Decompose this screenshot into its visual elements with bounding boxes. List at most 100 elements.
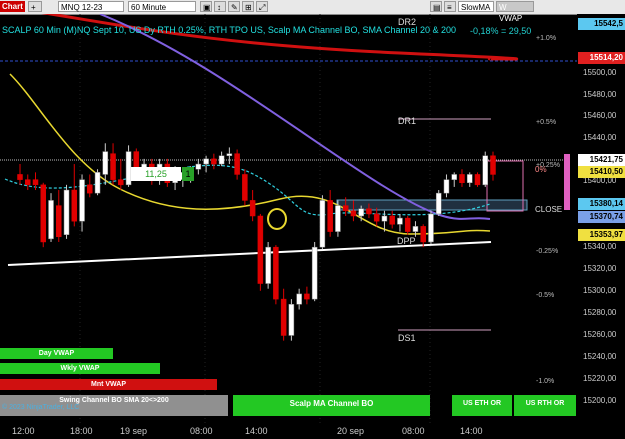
candle-body	[211, 158, 217, 165]
dr2-label: DR2	[398, 17, 417, 27]
candle-body	[428, 213, 434, 243]
candle-body	[87, 184, 93, 194]
candle-body	[265, 246, 271, 284]
candle-body	[79, 179, 85, 222]
candle-body	[242, 174, 248, 201]
price-tick: 15480,00	[583, 90, 617, 99]
tool-icon-3[interactable]: ✎	[228, 1, 240, 12]
price-tick: 15220,00	[583, 374, 617, 383]
candle-body	[358, 208, 364, 217]
tool-icon-6[interactable]: ▤	[430, 1, 442, 12]
candle-body	[311, 246, 318, 300]
candle-body	[56, 205, 62, 238]
tool-icon-2[interactable]: ↕	[214, 1, 226, 12]
price-tick: 15280,00	[583, 308, 617, 317]
candle-body	[335, 205, 341, 232]
candle-body	[17, 174, 23, 180]
time-label: 08:00	[402, 426, 425, 436]
tool-icon-5[interactable]: ⤢	[256, 1, 268, 12]
mnt-vwap-button[interactable]: Mnt VWAP	[0, 379, 217, 390]
candle-body	[319, 200, 326, 248]
time-label: 20 sep	[337, 426, 365, 436]
tool-icon-7[interactable]: ≡	[444, 1, 456, 12]
us-eth-or-button[interactable]: US ETH OR	[452, 395, 512, 416]
chart-tab[interactable]: Chart	[0, 1, 25, 12]
rr-label: -0,18% = 29,50	[470, 26, 532, 36]
sma-200-line	[41, 14, 519, 61]
vwap-button[interactable]: W VWAP	[496, 1, 534, 23]
candle-body	[482, 155, 488, 186]
price-tag-white: 15421,75	[578, 154, 625, 166]
time-label: 14:00	[460, 426, 483, 436]
candle-body	[404, 217, 411, 232]
us-rth-or-button[interactable]: US RTH OR	[514, 395, 576, 416]
candle-body	[257, 215, 264, 284]
dpp-label: DPP	[397, 236, 416, 246]
price-tick: 15440,00	[583, 133, 617, 142]
zero-label: 0%	[535, 165, 547, 174]
overlays	[267, 208, 287, 230]
time-label: 18:00	[70, 426, 93, 436]
candle-body	[435, 192, 442, 215]
candle-body	[203, 158, 209, 165]
candle-body	[25, 179, 31, 186]
pct-label: +1.0%	[536, 35, 557, 42]
candle-body	[381, 215, 388, 222]
indicator-select[interactable]: SlowMA	[458, 1, 494, 12]
price-tick: 15320,00	[583, 264, 617, 273]
close-band	[336, 199, 528, 211]
price-tag-red: 15514,20	[578, 52, 625, 64]
time-label: 12:00	[12, 426, 35, 436]
candle-body	[490, 155, 496, 175]
candle-body	[443, 179, 450, 194]
candle-body	[412, 226, 419, 232]
chart-title: SCALP 60 Min (M)NQ Sept 10, US Dy RTH 0.…	[2, 25, 457, 35]
candle-body	[451, 174, 457, 180]
candle-body	[118, 179, 124, 186]
day-vwap-button[interactable]: Day VWAP	[0, 348, 113, 359]
candle-body	[218, 155, 225, 165]
scalp-channel-button[interactable]: Scalp MA Channel BO	[233, 395, 430, 416]
instrument-selector[interactable]: MNQ 12-23	[58, 1, 124, 12]
chart-toolbar: Chart + MNQ 12-23 60 Minute ▣ ↕ ✎ ⊞ ⤢ ▤ …	[0, 0, 625, 23]
tool-icon-1[interactable]: ▣	[200, 1, 212, 12]
candle-body	[420, 226, 426, 243]
price-tick: 15260,00	[583, 330, 617, 339]
candle-body	[273, 246, 279, 300]
candle-body	[249, 200, 256, 217]
signal-circle	[267, 208, 287, 230]
candle-body	[389, 215, 395, 225]
price-tag-top: 15542,5	[578, 18, 625, 30]
ds1-label: DS1	[398, 333, 416, 343]
candle-body	[350, 210, 357, 217]
candle-body	[110, 153, 116, 180]
plus-icon[interactable]: +	[28, 1, 42, 12]
pct-label: -0.25%	[536, 248, 559, 255]
price-tag-yellow1: 15410,50	[578, 166, 625, 178]
price-tick: 15300,00	[583, 286, 617, 295]
tool-icon-4[interactable]: ⊞	[242, 1, 254, 12]
time-label: 19 sep	[120, 426, 148, 436]
candle-body	[397, 217, 403, 225]
candle-body	[195, 163, 202, 170]
candle-body	[327, 200, 333, 232]
price-tag-yellow2: 15353,97	[578, 229, 625, 241]
wkly-vwap-button[interactable]: Wkly VWAP	[0, 363, 160, 374]
candle-body	[373, 213, 380, 222]
close-label: CLOSE	[535, 205, 563, 214]
time-label: 14:00	[245, 426, 268, 436]
candle-body	[94, 172, 101, 194]
dr1-label: DR1	[398, 116, 417, 126]
candle-body	[234, 153, 240, 175]
trade-annotation: 11,25	[131, 167, 181, 181]
interval-selector[interactable]: 60 Minute	[128, 1, 196, 12]
trend-line	[7, 241, 492, 266]
price-tick: 15340,00	[583, 242, 617, 251]
candle-body	[102, 151, 109, 175]
candle-body	[459, 174, 465, 184]
candle-body	[304, 293, 310, 300]
price-tick: 15200,00	[583, 396, 617, 405]
candle-body	[40, 184, 47, 243]
trade-count: 1	[182, 167, 194, 181]
candle-body	[296, 293, 302, 305]
